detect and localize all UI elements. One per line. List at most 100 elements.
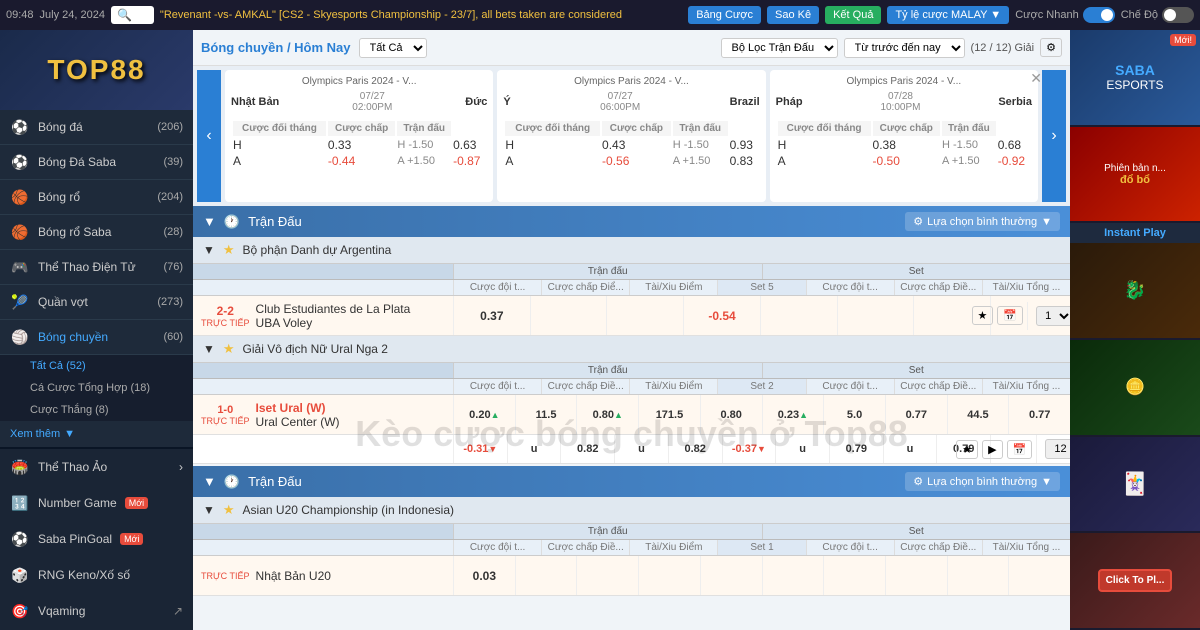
h-set1-7-asian-1[interactable] [1008, 556, 1070, 595]
a-chap-argentina-1[interactable] [760, 296, 837, 335]
sidebar-item-esport[interactable]: 🎮 Thể Thao Điện Tử (76) [0, 250, 193, 285]
h-odds-val-1[interactable]: 0.33 [328, 138, 395, 152]
h-set1-asian-1[interactable] [638, 556, 700, 595]
h-handicap2-ural-1[interactable]: 11.5 [515, 395, 577, 434]
a-odds-val-3[interactable]: -0.50 [873, 154, 940, 168]
a-odds-val-1[interactable]: -0.44 [328, 154, 395, 168]
ad-phien-ban[interactable]: Phiên bản n... đổ bổ [1070, 127, 1200, 224]
match-next-arrow[interactable]: › [1042, 70, 1066, 202]
expand-section-1-icon[interactable]: ▼ [203, 214, 216, 229]
ad-cards[interactable]: 🃏 [1070, 437, 1200, 534]
h-set2-5-ural-1[interactable]: 0.77 [1008, 395, 1070, 434]
h-odd-1[interactable]: H [233, 138, 326, 152]
h-tai-xiu-ural-1[interactable]: 0.80 [576, 395, 638, 434]
a-set2-ural-1[interactable]: -0.37 [722, 435, 776, 463]
close-match-display-button[interactable]: ✕ [1030, 70, 1042, 87]
h-set1-5-asian-1[interactable] [885, 556, 947, 595]
filter-time-select[interactable]: Từ trước đến nay [844, 38, 965, 58]
cuoc-nhanh-toggle[interactable]: Cược Nhanh [1015, 7, 1115, 23]
a-set2-3-ural-1[interactable]: 0.79 [829, 435, 883, 463]
league-star-asian-icon[interactable]: ★ [223, 502, 235, 518]
a-total2-ural-1[interactable]: 0.82 [668, 435, 722, 463]
h-total-ural-1[interactable]: 171.5 [638, 395, 700, 434]
search-input[interactable] [132, 9, 148, 21]
filter-normal-button-1[interactable]: ⚙ Lựa chọn bình thường ▼ [905, 212, 1060, 231]
a-total-ural-1[interactable]: u [614, 435, 668, 463]
a-handicap-odds-3[interactable]: -0.92 [998, 154, 1030, 168]
sidebar-sub-win[interactable]: Cược Thắng (8) [0, 399, 193, 421]
sidebar-sub-combo[interactable]: Cá Cược Tổng Hợp (18) [0, 377, 193, 399]
see-more-button[interactable]: Xem thêm ▼ [0, 421, 193, 447]
play-btn-ural[interactable]: ▶ [982, 440, 1002, 459]
sidebar-item-bong-da-saba[interactable]: ⚽ Bóng Đá Saba (39) [0, 145, 193, 180]
a-handicap-odds-1[interactable]: -0.87 [453, 154, 485, 168]
sidebar-item-virtual-sport[interactable]: 🏟️ Thể Thao Ảo › [0, 449, 193, 485]
a-odd-argentina-1[interactable]: -0.54 [683, 296, 760, 335]
league-header-asian-u20[interactable]: ▼ ★ Asian U20 Championship (in Indonesia… [193, 497, 1070, 524]
filter-all-select[interactable]: Tất Cả [359, 38, 427, 58]
league-star-ural-icon[interactable]: ★ [223, 341, 235, 357]
h-odd-ural-1[interactable]: 0.20 [453, 395, 515, 434]
sidebar-sub-all[interactable]: Tất Cả (52) [0, 355, 193, 377]
h-set2-3-ural-1[interactable]: 0.77 [885, 395, 947, 434]
bang-cuoc-button[interactable]: Bảng Cược [688, 6, 761, 24]
calendar-action-btn-1[interactable]: 📅 [997, 306, 1023, 325]
sidebar-item-number-game[interactable]: 🔢 Number Game Mới [0, 485, 193, 521]
h-handicap-1[interactable]: H -1.50 [397, 138, 451, 152]
ad-saba-esports[interactable]: SABA ESPORTS Mới! [1070, 30, 1200, 127]
league-header-ural[interactable]: ▼ ★ Giải Vô địch Nữ Ural Nga 2 [193, 336, 1070, 363]
filter-normal-button-2[interactable]: ⚙ Lựa chọn bình thường ▼ [905, 472, 1060, 491]
sidebar-item-rng[interactable]: 🎲 RNG Keno/Xố số [0, 557, 193, 593]
h-handicap-odds-3[interactable]: 0.68 [998, 138, 1030, 152]
h-set1-6-asian-1[interactable] [947, 556, 1009, 595]
h-set2-ural-1[interactable]: 0.23 [762, 395, 824, 434]
ad-coin[interactable]: 🪙 [1070, 340, 1200, 437]
page-select-ural[interactable]: 12 [1045, 439, 1070, 459]
league-header-argentina[interactable]: ▼ ★ Bộ phận Danh dự Argentina [193, 237, 1070, 264]
click-to-play-btn[interactable]: Click To Pl... [1098, 569, 1173, 592]
expand-section-2-icon[interactable]: ▼ [203, 474, 216, 489]
star-btn-ural[interactable]: ★ [956, 440, 978, 459]
sidebar-item-vqaming[interactable]: 🎯 Vqaming ↗ [0, 593, 193, 629]
h-set1-3-asian-1[interactable] [762, 556, 824, 595]
h-total2-ural-1[interactable]: 0.80 [700, 395, 762, 434]
che-do-toggle[interactable]: Chế Độ [1121, 7, 1194, 23]
h-odds-val-3[interactable]: 0.38 [873, 138, 940, 152]
match-prev-arrow[interactable]: ‹ [197, 70, 221, 202]
page-select-1[interactable]: 1 [1036, 306, 1070, 326]
h-tai-xiu-asian-1[interactable] [576, 556, 638, 595]
a-set2-2-ural-1[interactable]: u [775, 435, 829, 463]
h-set1-4-asian-1[interactable] [823, 556, 885, 595]
h-odd-asian-1[interactable]: 0.03 [453, 556, 515, 595]
sidebar-item-bong-ro[interactable]: 🏀 Bóng rổ (204) [0, 180, 193, 215]
star-action-btn-1[interactable]: ★ [972, 306, 994, 325]
h-odd-argentina-1[interactable]: 0.37 [453, 296, 530, 335]
h-set1-2-asian-1[interactable] [700, 556, 762, 595]
league-star-icon[interactable]: ★ [223, 242, 235, 258]
a-set2-4-ural-1[interactable]: u [883, 435, 937, 463]
a-tai-xiu-argentina-1[interactable] [837, 296, 914, 335]
ket-qua-button[interactable]: Kết Quả [825, 6, 881, 24]
a-handicap2-ural-1[interactable]: u [507, 435, 561, 463]
sidebar-item-bong-ro-saba[interactable]: 🏀 Bóng rổ Saba (28) [0, 215, 193, 250]
a-odd-ural-1[interactable]: -0.31 [453, 435, 507, 463]
filter-tran-dau-select[interactable]: Bộ Lọc Trận Đấu [721, 38, 838, 58]
sidebar-item-saba-pingoal[interactable]: ⚽ Saba PinGoal Mới [0, 521, 193, 557]
calendar-btn-ural[interactable]: 📅 [1007, 440, 1033, 459]
h-chap-argentina-1[interactable] [530, 296, 607, 335]
ad-click-to-play[interactable]: Click To Pl... [1070, 533, 1200, 630]
h-set2-2-ural-1[interactable]: 5.0 [823, 395, 885, 434]
h-handicap-odds-1[interactable]: 0.63 [453, 138, 485, 152]
h-odds-val-2[interactable]: 0.43 [602, 138, 671, 152]
sidebar-item-volleyball[interactable]: 🏐 Bóng chuyền (60) [0, 320, 193, 355]
ad-dragon[interactable]: 🐉 [1070, 243, 1200, 340]
a-handicap-1[interactable]: A +1.50 [397, 154, 451, 168]
sidebar-item-tennis[interactable]: 🎾 Quần vợt (273) [0, 285, 193, 320]
sao-ke-button[interactable]: Sao Kê [767, 6, 819, 24]
search-box[interactable]: 🔍 [111, 6, 154, 24]
sidebar-item-bong-da[interactable]: ⚽ Bóng đá (206) [0, 110, 193, 145]
h-set2-4-ural-1[interactable]: 44.5 [947, 395, 1009, 434]
ty-le-button[interactable]: Tỷ lệ cược MALAY ▼ [887, 6, 1009, 24]
filter-settings-button[interactable]: ⚙ [1040, 38, 1062, 57]
a-odd-1[interactable]: A [233, 154, 326, 168]
